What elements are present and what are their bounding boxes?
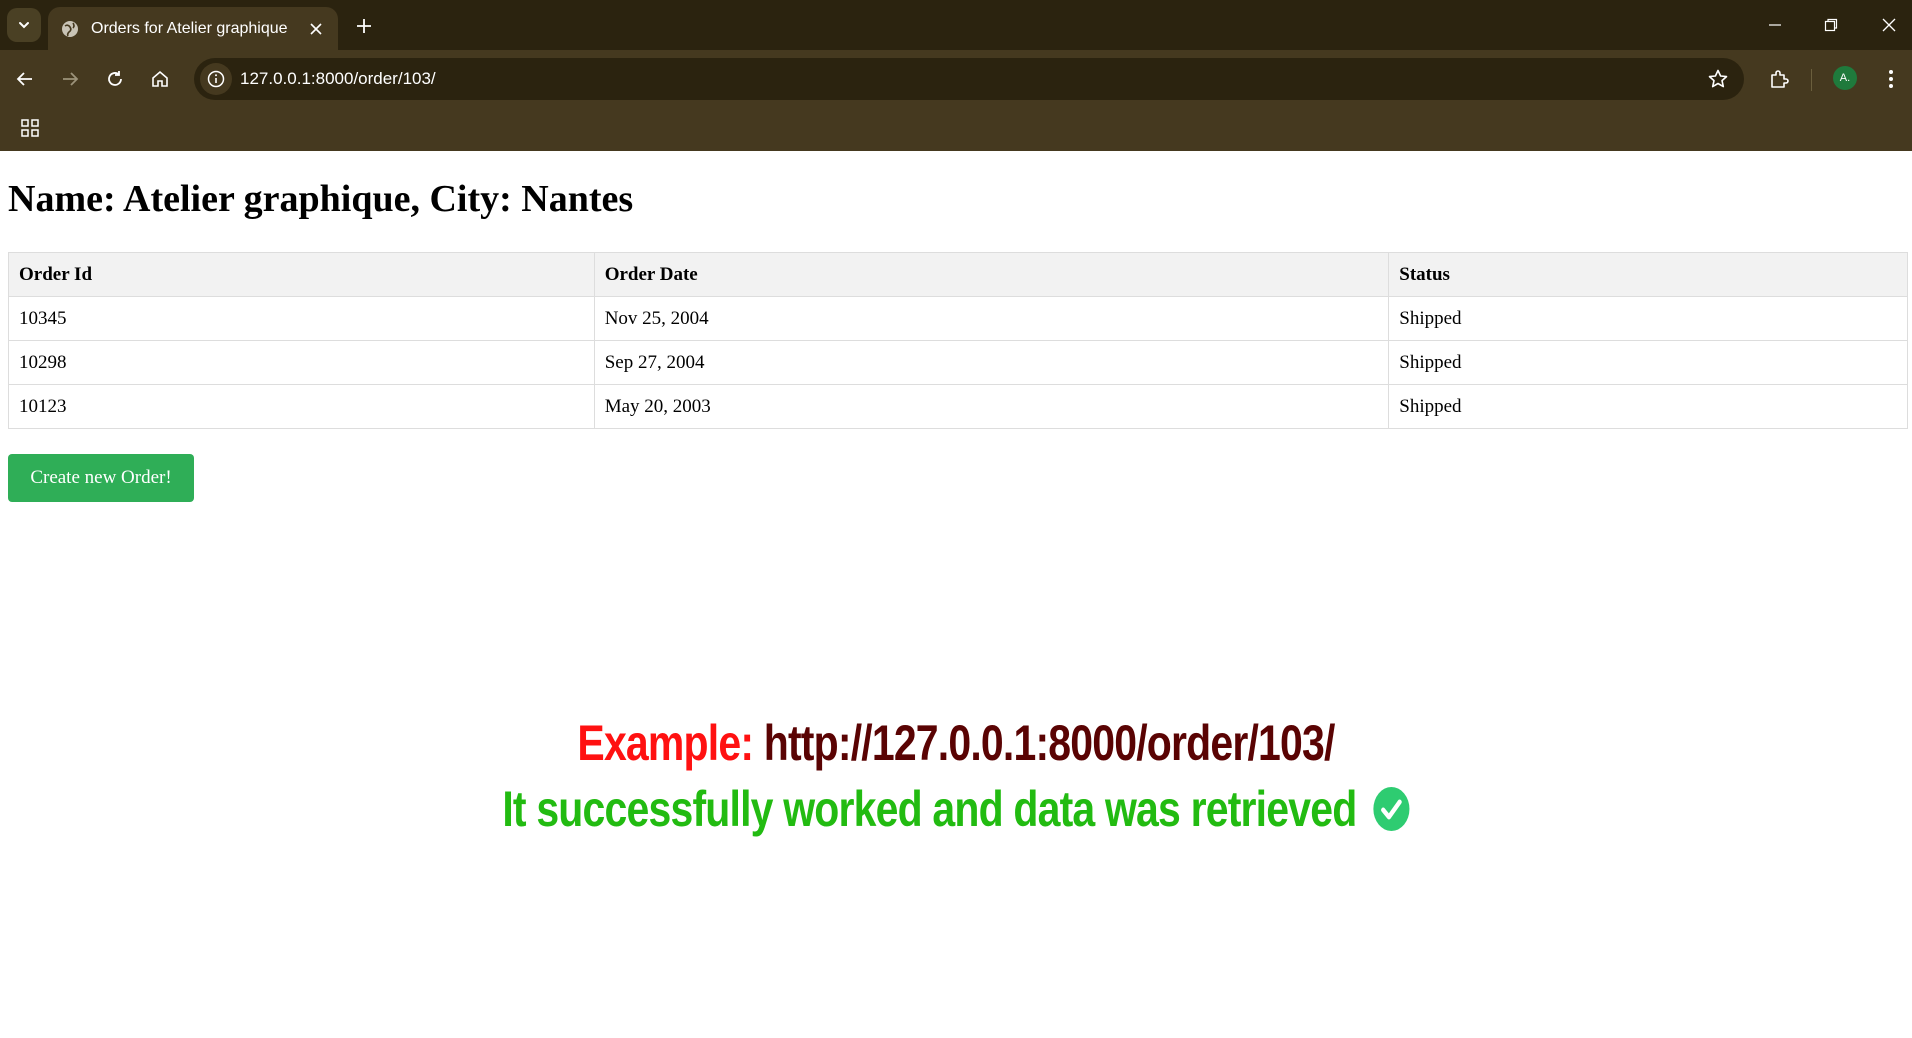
forward-arrow-icon[interactable] [53,62,87,96]
globe-icon [61,20,79,38]
reload-icon[interactable] [98,62,132,96]
order-date-cell: Sep 27, 2004 [593,340,1390,385]
order-status-cell: Shipped [1388,340,1908,385]
column-header-status: Status [1388,252,1908,297]
url-text[interactable]: 127.0.0.1:8000/order/103/ [240,58,436,100]
table-row: 10345 Nov 25, 2004 Shipped [8,296,1908,341]
active-tab[interactable]: Orders for Atelier graphique [48,7,338,50]
toolbar-divider [1811,69,1812,91]
site-info-icon[interactable] [200,63,232,95]
order-date-cell: Nov 25, 2004 [593,296,1390,341]
example-label: Example: [577,715,754,771]
page-title: Name: Atelier graphique, City: Nantes [8,178,634,220]
bookmarks-bar [0,108,1912,151]
new-tab-plus-icon[interactable] [350,12,378,40]
extensions-puzzle-icon[interactable] [1762,62,1796,96]
check-circle-icon [1373,786,1410,831]
page-content: Name: Atelier graphique, City: Nantes Or… [0,151,1912,1038]
order-date-cell: May 20, 2003 [593,384,1390,429]
order-id-cell: 10345 [8,296,595,341]
table-header-row: Order Id Order Date Status [8,252,1908,297]
order-status-cell: Shipped [1388,384,1908,429]
more-menu-icon[interactable] [1876,62,1906,96]
create-new-order-button[interactable]: Create new Order! [8,454,194,502]
close-tab-icon[interactable] [304,17,328,41]
table-row: 10298 Sep 27, 2004 Shipped [8,340,1908,385]
home-icon[interactable] [143,62,177,96]
tab-search-button[interactable] [7,8,41,42]
tab-title: Orders for Atelier graphique [91,19,288,37]
profile-avatar[interactable]: A. [1833,66,1857,90]
browser-toolbar: 127.0.0.1:8000/order/103/ [0,50,1912,108]
minimize-icon[interactable] [1760,10,1790,40]
example-url: http://127.0.0.1:8000/order/103/ [763,715,1336,771]
order-id-cell: 10298 [8,340,595,385]
orders-table: Order Id Order Date Status 10345 Nov 25,… [8,252,1908,429]
restore-icon[interactable] [1816,10,1846,40]
window-close-icon[interactable] [1874,10,1904,40]
order-id-cell: 10123 [8,384,595,429]
apps-grid-icon[interactable] [18,116,42,140]
success-text: It successfully worked and data was retr… [502,781,1357,837]
table-row: 10123 May 20, 2003 Shipped [8,384,1908,429]
chevron-down-icon [19,22,29,29]
address-bar[interactable]: 127.0.0.1:8000/order/103/ [194,58,1744,100]
success-caption: It successfully worked and data was retr… [172,780,1740,838]
order-status-cell: Shipped [1388,296,1908,341]
example-caption: Example: http://127.0.0.1:8000/order/103… [172,714,1740,772]
column-header-order-date: Order Date [593,252,1390,297]
tab-strip: Orders for Atelier graphique [0,0,1912,50]
bookmark-star-icon[interactable] [1706,67,1730,91]
column-header-order-id: Order Id [8,252,595,297]
back-arrow-icon[interactable] [8,62,42,96]
